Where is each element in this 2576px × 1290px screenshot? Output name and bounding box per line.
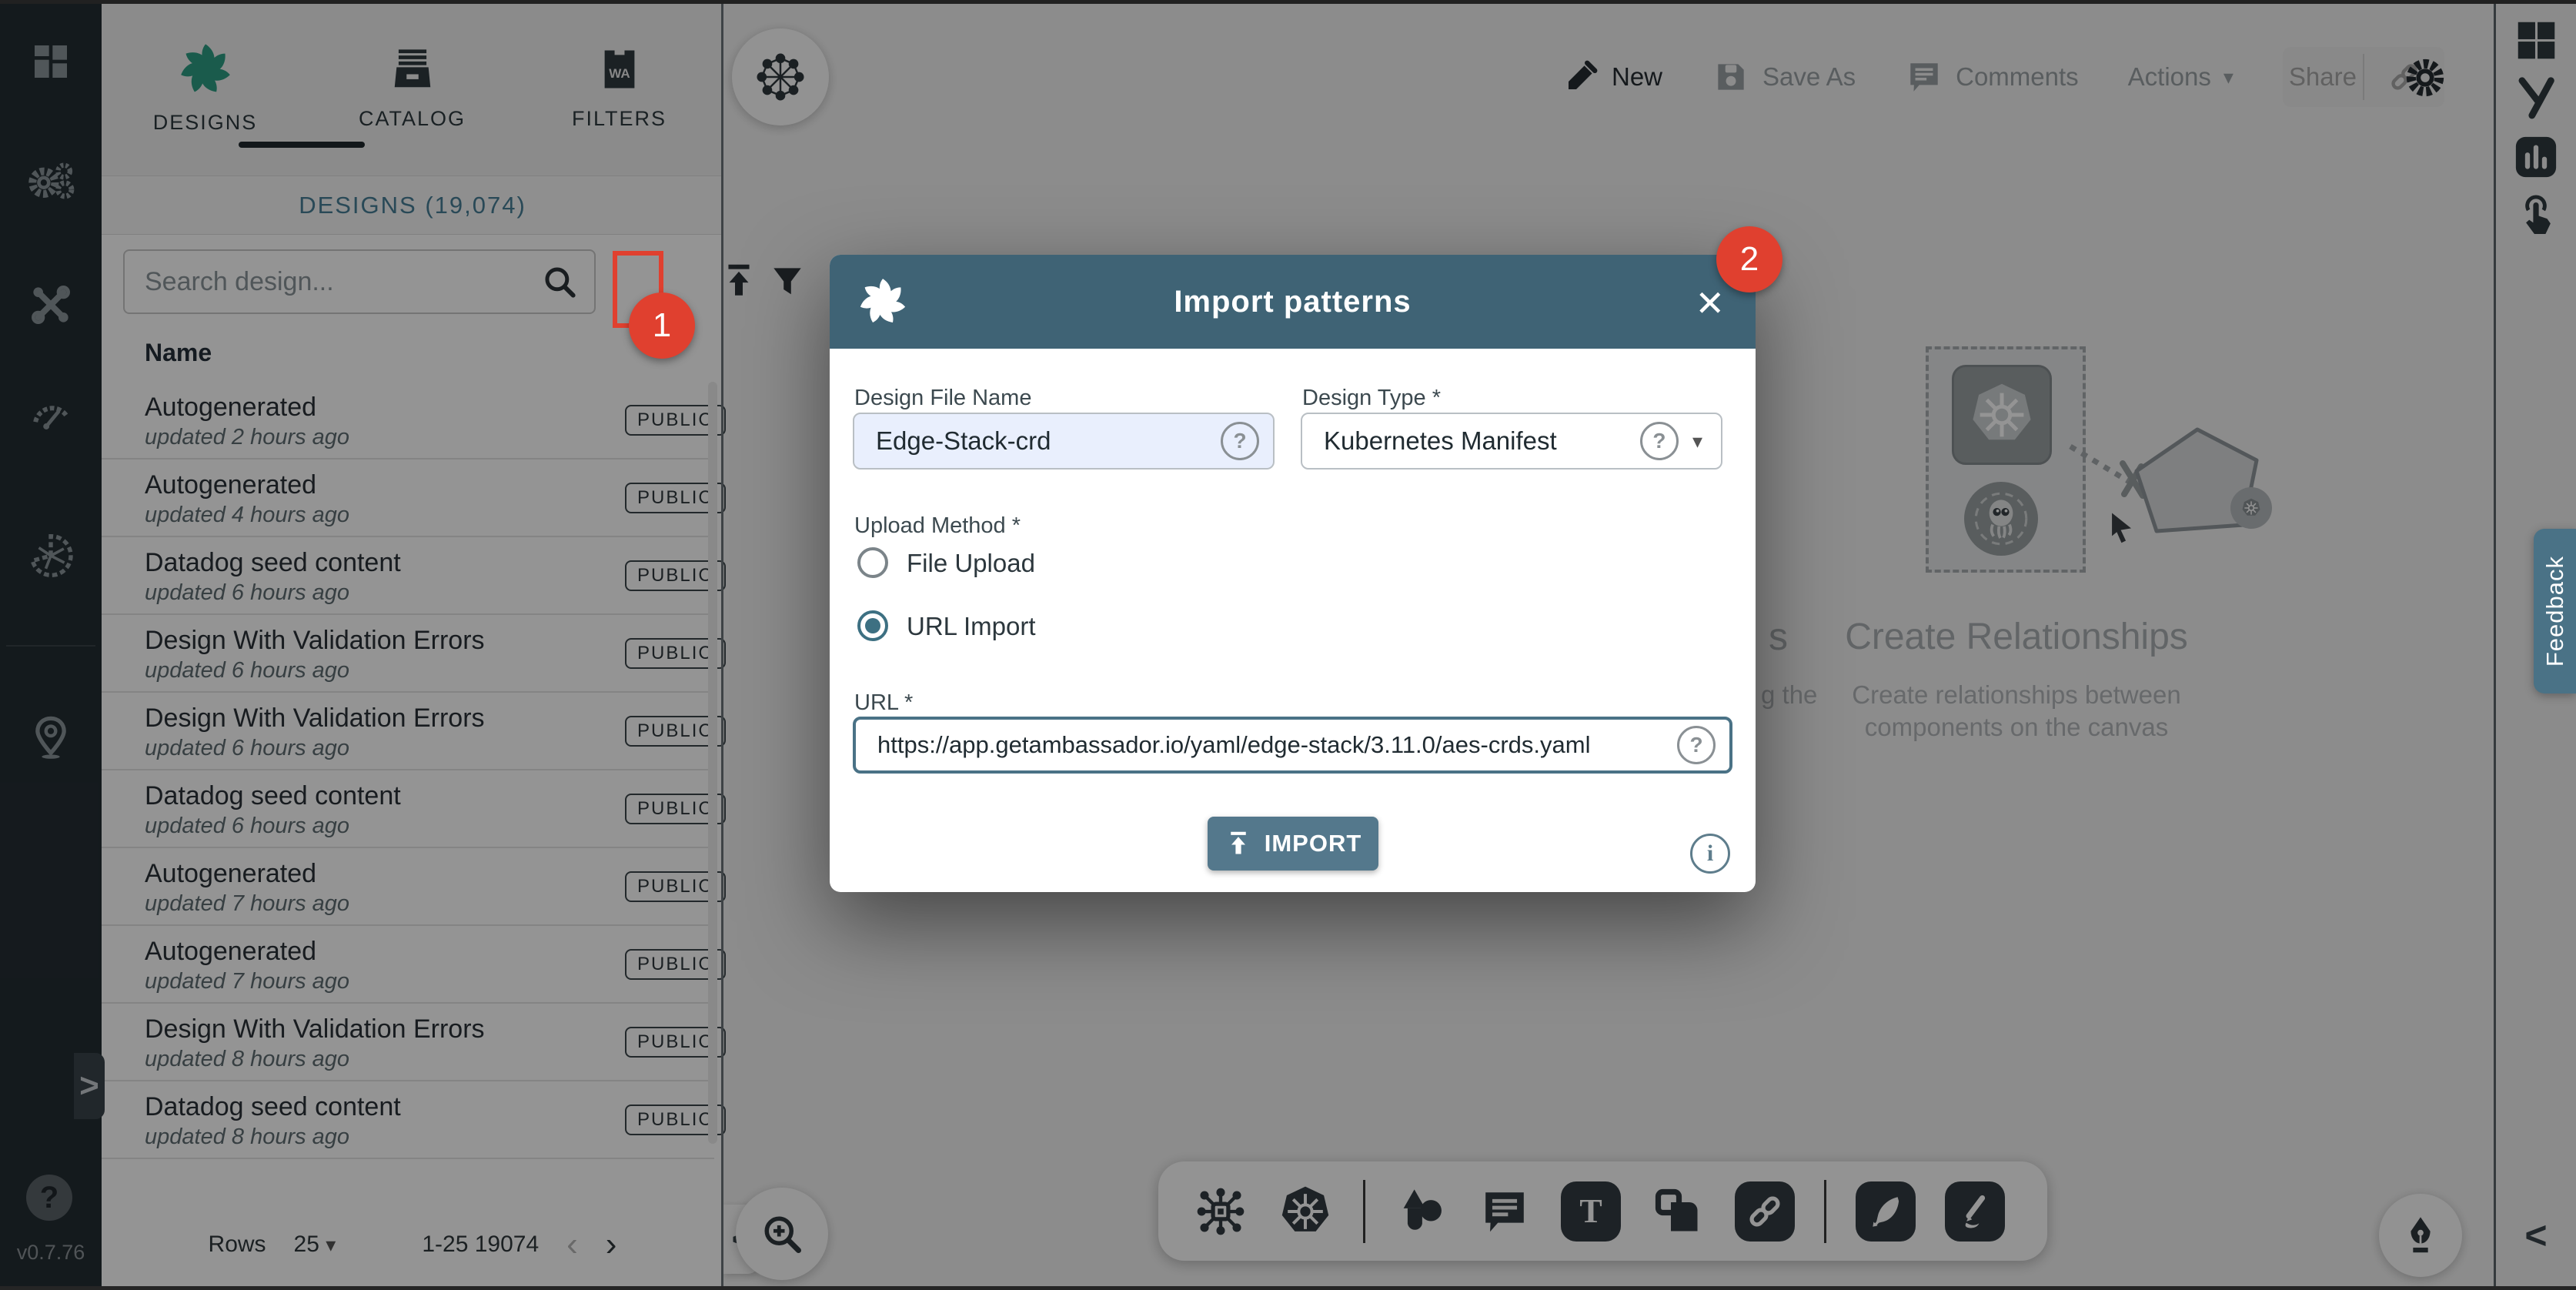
upload-icon <box>1225 830 1252 857</box>
url-field: ? <box>853 717 1732 774</box>
close-icon[interactable]: ✕ <box>1695 282 1725 324</box>
step-2-badge: 2 <box>1716 226 1782 292</box>
upload-method-label: Upload Method * <box>854 513 1021 539</box>
help-icon[interactable]: ? <box>1640 422 1679 460</box>
url-import-radio[interactable] <box>857 610 888 641</box>
design-file-name-input[interactable] <box>854 426 1221 456</box>
modal-header: Import patterns ✕ <box>830 255 1756 349</box>
design-type-select[interactable]: Kubernetes Manifest ? ▾ <box>1301 413 1722 470</box>
help-icon[interactable]: ? <box>1677 726 1716 764</box>
url-label: URL * <box>854 690 913 716</box>
feedback-tab[interactable]: Feedback <box>2534 529 2576 693</box>
file-upload-radio[interactable] <box>857 547 888 578</box>
help-icon[interactable]: ? <box>1221 422 1259 460</box>
file-upload-label: File Upload <box>907 549 1035 578</box>
url-input[interactable] <box>856 730 1677 760</box>
design-type-label: Design Type * <box>1302 386 1441 411</box>
modal-title: Import patterns <box>830 285 1756 319</box>
design-file-name-field: ? <box>853 413 1275 470</box>
import-patterns-modal: Import patterns ✕ Design File Name Desig… <box>830 255 1756 892</box>
chevron-down-icon: ▾ <box>1692 429 1702 453</box>
import-button[interactable]: IMPORT <box>1208 817 1378 871</box>
url-import-label: URL Import <box>907 612 1035 641</box>
design-type-value: Kubernetes Manifest <box>1302 426 1640 456</box>
info-icon[interactable]: i <box>1690 834 1730 874</box>
step-1-badge: 1 <box>629 292 695 359</box>
app-root: > ? v0.7.76 DESIGNS CATALOG WA FILTERS <box>0 0 2576 1290</box>
design-file-name-label: Design File Name <box>854 386 1031 411</box>
